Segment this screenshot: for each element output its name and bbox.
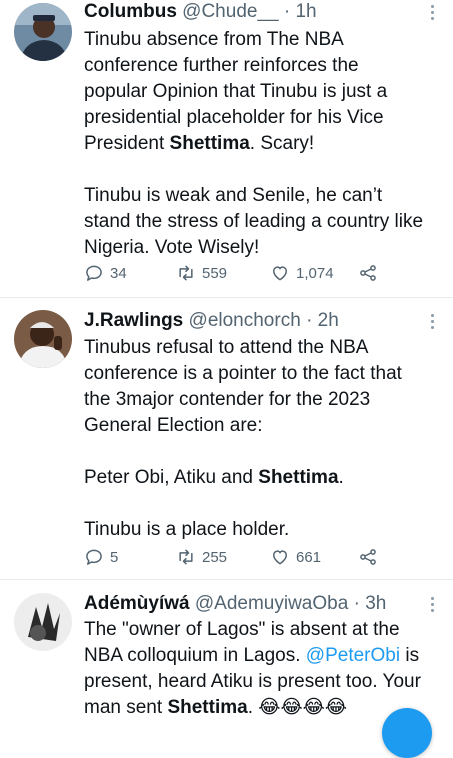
reply-count: 5 xyxy=(110,548,119,566)
separator: · xyxy=(306,310,313,331)
like-count: 661 xyxy=(296,548,322,566)
like-button[interactable]: 661 xyxy=(270,547,321,567)
display-name[interactable]: Adémùyíwá xyxy=(84,593,190,614)
reply-count: 34 xyxy=(110,264,127,282)
retweet-button[interactable]: 559 xyxy=(176,263,227,283)
avatar[interactable] xyxy=(14,3,72,61)
text-line: Tinubu is a place holder. xyxy=(84,519,290,540)
text-line: President Shettima. Scary! xyxy=(84,133,315,154)
more-options-icon[interactable] xyxy=(431,5,435,20)
more-options-icon[interactable] xyxy=(431,314,435,329)
reply-icon xyxy=(86,265,102,281)
retweet-icon xyxy=(179,549,193,565)
tweet-header: J.Rawlings @elonchorch · 2h xyxy=(84,309,339,333)
tweet-header: Adémùyíwá @AdemuyiwaOba · 3h xyxy=(84,592,386,616)
text-line: conference further reinforces the xyxy=(84,55,359,76)
text-line: the 3major contender for the 2023 xyxy=(84,389,371,410)
handle[interactable]: @elonchorch xyxy=(189,310,301,331)
text-line: present, heard Atiku is present too. You… xyxy=(84,671,421,692)
tweet-ademuyiwa[interactable]: Adémùyíwá @AdemuyiwaOba · 3h The "owner … xyxy=(0,580,453,720)
share-button[interactable] xyxy=(358,263,378,283)
tweet-columbus[interactable]: Columbus @Chude__ · 1h Tinubu absence fr… xyxy=(0,0,453,297)
text-line: presidential placeholder for his Vice xyxy=(84,107,384,128)
tweet-text: Tinubu absence from The NBA conference f… xyxy=(84,27,444,261)
like-count: 1,074 xyxy=(296,264,334,282)
share-icon xyxy=(360,549,376,565)
text-line: Tinubu absence from The NBA xyxy=(84,29,344,50)
display-name[interactable]: J.Rawlings xyxy=(84,310,183,331)
text-line: NBA colloquium in Lagos. @PeterObi is xyxy=(84,645,420,666)
laughing-emoji: 😂😂😂😂 xyxy=(258,697,348,718)
tweet-header: Columbus @Chude__ · 1h xyxy=(84,0,317,24)
display-name[interactable]: Columbus xyxy=(84,1,177,22)
retweet-count: 255 xyxy=(202,548,228,566)
text-line: conference is a pointer to the fact that xyxy=(84,363,402,384)
retweet-button[interactable]: 255 xyxy=(176,547,227,567)
text-line: The "owner of Lagos" is absent at the xyxy=(84,619,400,640)
separator: · xyxy=(283,1,291,22)
retweet-count: 559 xyxy=(202,264,228,282)
text-line: Tinubus refusal to attend the NBA xyxy=(84,337,369,358)
compose-button[interactable] xyxy=(382,708,432,758)
tweet-actions: 5 255 661 xyxy=(84,547,404,569)
reply-button[interactable]: 5 xyxy=(84,547,118,567)
text-line: General Election are: xyxy=(84,415,263,436)
share-button[interactable] xyxy=(358,547,378,567)
text-line: popular Opinion that Tinubu is just a xyxy=(84,81,388,102)
text-line: Peter Obi, Atiku and Shettima. xyxy=(84,467,344,488)
handle[interactable]: @AdemuyiwaOba xyxy=(195,593,348,614)
more-options-icon[interactable] xyxy=(431,597,435,612)
text-line: stand the stress of leading a country li… xyxy=(84,211,424,232)
tweet-jrawlings[interactable]: J.Rawlings @elonchorch · 2h Tinubus refu… xyxy=(0,298,453,579)
avatar[interactable] xyxy=(14,310,72,368)
text-line: Tinubu is weak and Senile, he can’t xyxy=(84,185,383,206)
tweet-text: Tinubus refusal to attend the NBA confer… xyxy=(84,335,444,543)
heart-icon xyxy=(273,550,287,565)
tweet-actions: 34 559 1,074 xyxy=(84,263,404,285)
separator: · xyxy=(353,593,360,614)
avatar[interactable] xyxy=(14,593,72,651)
reply-button[interactable]: 34 xyxy=(84,263,127,283)
timestamp[interactable]: 3h xyxy=(365,593,386,614)
retweet-icon xyxy=(179,265,193,281)
mention-link[interactable]: @PeterObi xyxy=(306,645,400,666)
text-line: Nigeria. Vote Wisely! xyxy=(84,237,260,258)
heart-icon xyxy=(273,266,287,281)
reply-icon xyxy=(86,549,102,565)
tweet-text: The "owner of Lagos" is absent at the NB… xyxy=(84,617,444,721)
timestamp[interactable]: 2h xyxy=(318,310,339,331)
like-button[interactable]: 1,074 xyxy=(270,263,334,283)
timestamp[interactable]: 1h xyxy=(295,1,316,22)
handle[interactable]: @Chude__ xyxy=(182,1,278,22)
share-icon xyxy=(360,265,376,281)
